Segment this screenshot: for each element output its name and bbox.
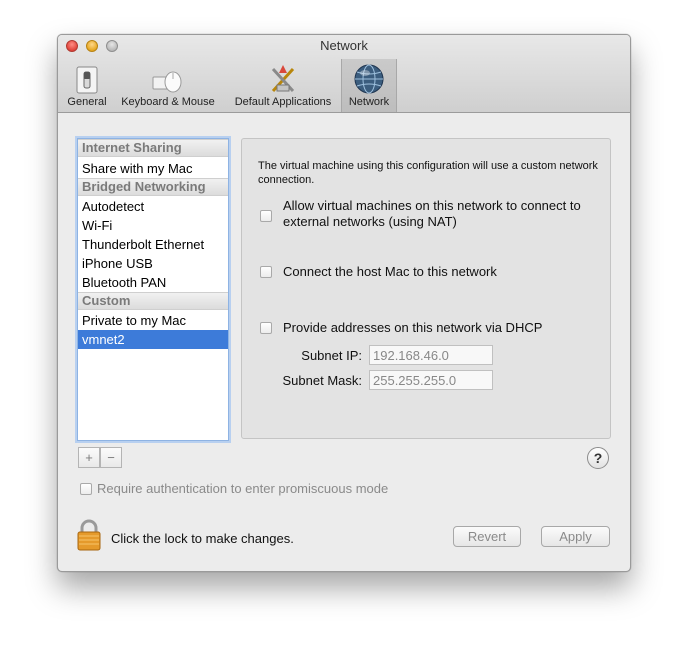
list-group-header: Bridged Networking bbox=[78, 178, 228, 196]
revert-button[interactable]: Revert bbox=[453, 526, 521, 547]
toolbar-item-keyboard-mouse[interactable]: Keyboard & Mouse bbox=[116, 59, 220, 112]
add-network-button[interactable]: + bbox=[78, 447, 100, 468]
list-item[interactable]: Wi-Fi bbox=[78, 216, 228, 235]
applications-tools-icon bbox=[271, 65, 295, 93]
apply-button[interactable]: Apply bbox=[541, 526, 610, 547]
description-text: The virtual machine using this configura… bbox=[258, 160, 598, 186]
toolbar-item-label: Keyboard & Mouse bbox=[121, 96, 215, 108]
list-item[interactable]: Thunderbolt Ethernet bbox=[78, 235, 228, 254]
toolbar-item-label: Default Applications bbox=[234, 96, 332, 108]
toolbar-item-general[interactable]: General bbox=[62, 59, 112, 112]
host-connect-checkbox[interactable] bbox=[260, 266, 272, 278]
lock-text: Click the lock to make changes. bbox=[111, 531, 294, 546]
keyboard-mouse-icon bbox=[152, 71, 182, 93]
remove-network-button[interactable]: − bbox=[100, 447, 122, 468]
globe-network-icon bbox=[354, 64, 384, 94]
toolbar-item-default-applications[interactable]: Default Applications bbox=[226, 59, 340, 112]
window-title: Network bbox=[320, 38, 368, 53]
subnet-mask-input[interactable] bbox=[369, 370, 493, 390]
dhcp-label: Provide addresses on this network via DH… bbox=[283, 320, 543, 335]
list-item-selected[interactable]: vmnet2 bbox=[78, 330, 228, 349]
promiscuous-label: Require authentication to enter promiscu… bbox=[97, 481, 389, 496]
nat-label: Allow virtual machines on this network t… bbox=[283, 198, 581, 229]
dhcp-checkbox[interactable] bbox=[260, 322, 272, 334]
list-item[interactable]: iPhone USB bbox=[78, 254, 228, 273]
preferences-window: Network General Keyboard & Mouse Default… bbox=[57, 34, 631, 572]
list-group-header: Custom bbox=[78, 292, 228, 310]
subnet-ip-label: Subnet IP: bbox=[301, 348, 362, 363]
toolbar-item-label: General bbox=[67, 96, 107, 108]
network-list[interactable]: Internet Sharing Share with my Mac Bridg… bbox=[77, 138, 229, 441]
host-connect-label: Connect the host Mac to this network bbox=[283, 264, 497, 279]
subnet-ip-input[interactable] bbox=[369, 345, 493, 365]
list-group-header: Internet Sharing bbox=[78, 139, 228, 157]
help-button[interactable]: ? bbox=[587, 447, 609, 469]
switch-icon bbox=[76, 66, 98, 94]
list-item[interactable]: Bluetooth PAN bbox=[78, 273, 228, 292]
promiscuous-checkbox[interactable] bbox=[80, 483, 92, 495]
toolbar-item-network[interactable]: Network bbox=[341, 59, 397, 112]
toolbar-item-label: Network bbox=[348, 96, 390, 108]
list-item[interactable]: Share with my Mac bbox=[78, 159, 228, 178]
list-item[interactable]: Autodetect bbox=[78, 197, 228, 216]
subnet-mask-label: Subnet Mask: bbox=[282, 373, 363, 388]
network-details-panel: The virtual machine using this configura… bbox=[241, 138, 611, 439]
list-item[interactable]: Private to my Mac bbox=[78, 311, 228, 330]
nat-checkbox[interactable] bbox=[260, 210, 272, 222]
toolbar: Network General Keyboard & Mouse Default… bbox=[58, 35, 630, 113]
lock-icon[interactable] bbox=[77, 519, 101, 551]
